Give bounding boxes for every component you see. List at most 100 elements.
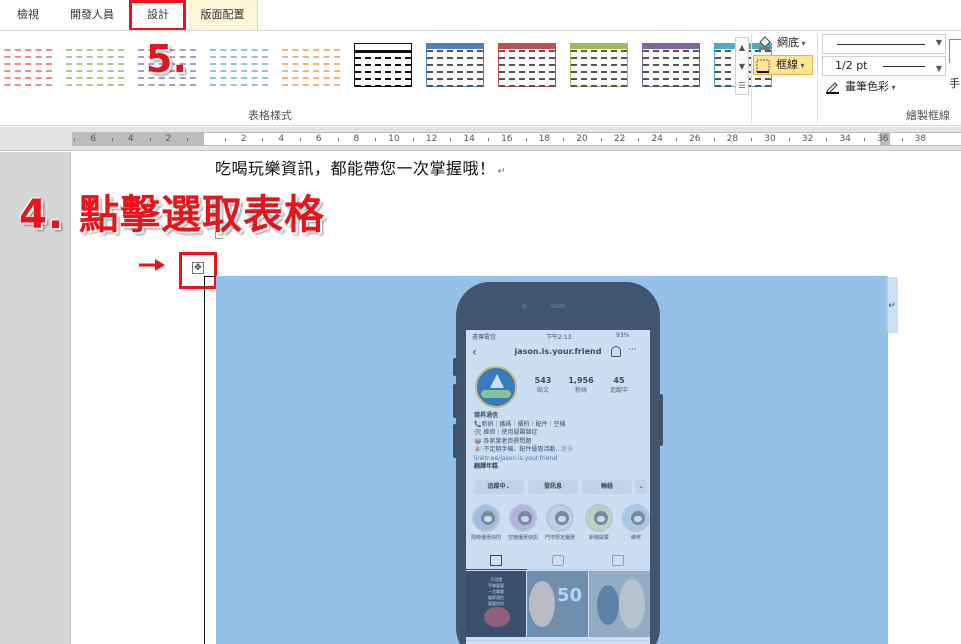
document-page[interactable]: 吃喝玩樂資訊，都能帶您一次掌握哦！ ↵ 4. 點擊選取表格 ✥ ↵ 遠傳電信 下午… [19,152,961,644]
swatch-row-line [210,70,268,72]
phone-screen: 遠傳電信 下午2:13 93% ‹ jason.is.your.friend ·… [466,330,650,644]
shading-button[interactable]: 網底 ▾ [755,33,817,53]
ruler-tick [788,138,790,141]
ruler-tick [187,138,189,141]
ruler-label: 22 [613,134,626,144]
table-style-swatch[interactable] [0,43,52,87]
ruler-label: 20 [576,134,588,144]
paint-bucket-icon [759,36,771,50]
battery-text: 93% [616,332,630,339]
tab-developer[interactable]: 開發人員 [60,0,124,30]
swatch-header-band [427,44,483,49]
bio-name: 傑昇通信 [474,412,499,419]
table-style-swatch[interactable] [66,43,124,87]
ruler-label: 14 [463,134,475,144]
highlight-label: 空機優惠快訊 [508,535,539,541]
swatch-row-line [210,84,268,86]
story-highlight: 維修 [621,504,650,541]
table-style-swatch[interactable] [210,43,268,87]
swatch-row-line [355,64,411,66]
draw-table-button[interactable]: 手 [949,39,961,99]
gallery-down-icon[interactable]: ▼ [736,57,748,76]
line-style-preview [837,44,925,45]
table-styles-group-label: 表格樣式 [248,109,292,122]
ruler-label: 28 [726,134,739,144]
story-highlight: 新機開賣 [584,504,614,541]
ruler-label: 12 [425,134,438,144]
swatch-row-line [643,78,699,80]
bottom-nav [466,640,650,644]
ribbon-separator [817,33,818,123]
ruler-tick [262,138,264,141]
tagged-icon [612,555,624,566]
ruler-tick [676,138,677,141]
swatch-row-line [0,63,52,65]
swatch-row-line [282,56,340,58]
phone-camera [522,304,527,309]
ruler-tick [112,138,113,141]
line-weight-dropdown[interactable]: 1/2 pt ▼ [822,56,946,76]
highlight-cover [472,504,500,532]
table-style-swatch[interactable] [354,43,412,87]
swatch-row-line [66,84,124,86]
status-bar: 遠傳電信 下午2:13 93% [466,330,650,342]
ruler-label: 38 [914,134,927,144]
step-5-annotation: 5. [146,37,187,81]
borders-icon [756,59,770,73]
pen-color-button[interactable]: 畫筆色彩 ▾ [823,77,913,97]
swatch-row-line [427,50,483,52]
body-paragraph[interactable]: 吃喝玩樂資訊，都能帶您一次掌握哦！ ↵ [215,155,506,179]
swatch-row-line [499,85,555,87]
swatch-row-line [643,71,699,73]
bio-line: 📦 各家業者資費問題 [474,437,532,445]
highlight-label: 門市限定優惠 [545,535,576,541]
ruler-tick [74,138,76,141]
swatch-row-line [282,84,340,86]
highlight-cover [585,504,613,532]
gallery-more-icon[interactable]: ☰ [736,76,748,95]
table-style-swatch[interactable] [570,43,628,87]
swatch-row-line [571,57,627,59]
phone-button [453,384,457,418]
arrow-right-icon [139,259,165,271]
post-thumbnail: 不用懂 手機優惠 一次掌握 傑昇通信 優惠快訊 [466,571,526,637]
gallery-scroll[interactable]: ▲ ▼ ☰ [735,37,749,95]
carrier-text: 遠傳電信 [472,334,497,341]
phone-screenshot-image[interactable]: 遠傳電信 下午2:13 93% ‹ jason.is.your.friend ·… [453,282,663,644]
stat-value: 543 [534,376,552,385]
tab-layout[interactable]: 版面配置 [188,0,258,30]
stat-value: 45 [613,376,625,385]
profile-header: ‹ jason.is.your.friend ··· [466,344,650,362]
tab-view[interactable]: 檢視 [2,0,54,30]
table-style-swatch[interactable] [282,43,340,87]
horizontal-ruler[interactable]: 6 4 2 2 4 6 8 10 12 14 16 18 20 22 24 26 28 30 32 34 36 38 [0,127,961,151]
swatch-row-line [571,71,627,73]
ribbon-separator [751,33,752,123]
line-style-dropdown[interactable]: ▼ [822,34,946,54]
bio-line: 📞新辦｜攜碼｜續約｜配件｜空機 [474,420,566,428]
swatch-row-line [282,77,340,79]
table-style-swatch[interactable] [426,43,484,87]
story-highlight: 限時優惠快閃 [471,504,501,541]
swatch-row-line [282,63,340,65]
highlight-label: 維修 [630,535,641,541]
highlight-label: 限時優惠快閃 [471,535,502,541]
ruler-tick [713,138,715,141]
highlight-cover [546,504,574,532]
borders-button[interactable]: 框線 ▾ [753,55,813,75]
highlight-cover [622,504,650,532]
table-style-swatch[interactable] [642,43,700,87]
swatch-header-band [499,44,555,49]
posts-stat: 543 貼文 [526,376,560,394]
profile-content-tabs [466,552,650,570]
swatch-row-line [0,56,52,58]
post-graphic [484,607,510,627]
gallery-up-icon[interactable]: ▲ [736,38,748,57]
swatch-row-line [571,50,627,52]
ruler-label: 8 [353,134,360,144]
message-button: 發訊息 [528,480,578,494]
swatch-row-line [643,64,699,66]
table-style-swatch[interactable] [498,43,556,87]
borders-label: 框線 [776,58,798,71]
ruler-label: 18 [538,134,551,144]
